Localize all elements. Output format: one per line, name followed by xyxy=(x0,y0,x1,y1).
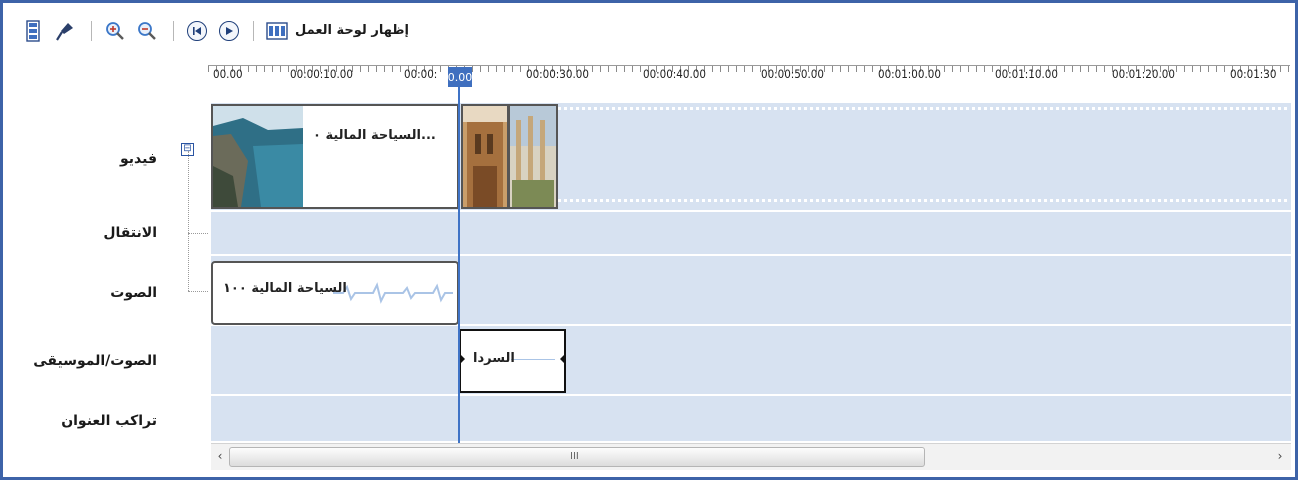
rewind-icon xyxy=(187,21,207,41)
video-clip[interactable]: ...السياحة المالية ٠ xyxy=(211,104,459,209)
horizontal-scrollbar[interactable]: ‹ III › xyxy=(211,443,1291,470)
film-strip-edge xyxy=(558,199,1288,202)
ruler-tick-label: 00:00:50.00 xyxy=(761,67,824,81)
zoom-in-icon[interactable] xyxy=(103,19,127,43)
clip-thumbnail xyxy=(213,106,303,207)
clip-trim-handle-right[interactable] xyxy=(560,353,564,365)
ruler-tick-label: 00:01:00.00 xyxy=(878,67,941,81)
ruler-tick-label: 00:00:40.00 xyxy=(643,67,706,81)
track-label-video[interactable]: فيديو xyxy=(120,151,157,167)
video-clip[interactable] xyxy=(508,104,558,209)
waveform xyxy=(333,282,453,304)
ruler-tick-label: 00.00 xyxy=(213,67,243,81)
timeline-toolbar: إظهار لوحة العمل xyxy=(3,3,1295,53)
ruler-tick-label: 00:01:10.00 xyxy=(995,67,1058,81)
ruler-tick-label: 00:01:30 xyxy=(1230,67,1277,81)
playhead-handle[interactable]: 0.00 xyxy=(448,67,472,87)
title-overlay-track[interactable] xyxy=(211,396,1291,443)
music-clip[interactable]: السردا xyxy=(459,329,566,393)
toolbar-separator xyxy=(91,21,92,41)
scroll-right-arrow[interactable]: › xyxy=(1273,449,1287,465)
track-label-music[interactable]: الصوت/الموسيقى xyxy=(33,353,157,369)
show-storyboard-link[interactable]: إظهار لوحة العمل xyxy=(295,23,409,38)
scroll-left-arrow[interactable]: ‹ xyxy=(213,449,227,465)
waveform xyxy=(511,359,555,360)
tree-connector xyxy=(188,233,208,235)
ruler-tick-label: 00:01:20.00 xyxy=(1112,67,1175,81)
film-strip-edge xyxy=(558,107,1288,110)
play-button[interactable] xyxy=(217,19,241,43)
clip-title: السياحة المالية ١٠٠ xyxy=(223,281,347,296)
clip-title: السردا xyxy=(473,351,515,366)
transition-track[interactable] xyxy=(211,212,1291,256)
timeline-window: إظهار لوحة العمل 00.00 00:00:10.00 00:00… xyxy=(0,0,1298,480)
track-label-title-overlay[interactable]: تراكب العنوان xyxy=(61,413,157,429)
audio-clip[interactable]: السياحة المالية ١٠٠ xyxy=(211,261,459,325)
tree-connector xyxy=(188,291,208,293)
storyboard-view-icon[interactable] xyxy=(21,19,45,43)
toolbar-separator xyxy=(253,21,254,41)
playhead-line[interactable] xyxy=(458,87,460,443)
clip-thumbnail xyxy=(463,106,507,207)
clip-title: ...السياحة المالية ٠ xyxy=(313,128,436,143)
scroll-grip: III xyxy=(570,451,579,462)
play-icon xyxy=(219,21,239,41)
zoom-out-icon[interactable] xyxy=(135,19,159,43)
tree-connector xyxy=(188,151,190,291)
clip-thumbnail xyxy=(510,106,556,207)
ruler-tick-label: 00:00:10.00 xyxy=(290,67,353,81)
ruler-tick-label: 00:00: xyxy=(404,67,438,81)
narrate-timeline-icon[interactable] xyxy=(53,19,77,43)
music-track[interactable] xyxy=(211,326,1291,396)
track-label-audio[interactable]: الصوت xyxy=(110,285,157,301)
track-label-transition[interactable]: الانتقال xyxy=(103,225,157,241)
toolbar-separator xyxy=(173,21,174,41)
scroll-thumb[interactable]: III xyxy=(229,447,925,467)
ruler-tick-label: 00:00:30.00 xyxy=(526,67,589,81)
time-ruler[interactable]: 00.00 00:00:10.00 00:00: 00:00:30.00 00:… xyxy=(208,65,1290,102)
rewind-button[interactable] xyxy=(185,19,209,43)
video-clip[interactable] xyxy=(461,104,509,209)
storyboard-toggle-icon[interactable] xyxy=(265,19,289,43)
